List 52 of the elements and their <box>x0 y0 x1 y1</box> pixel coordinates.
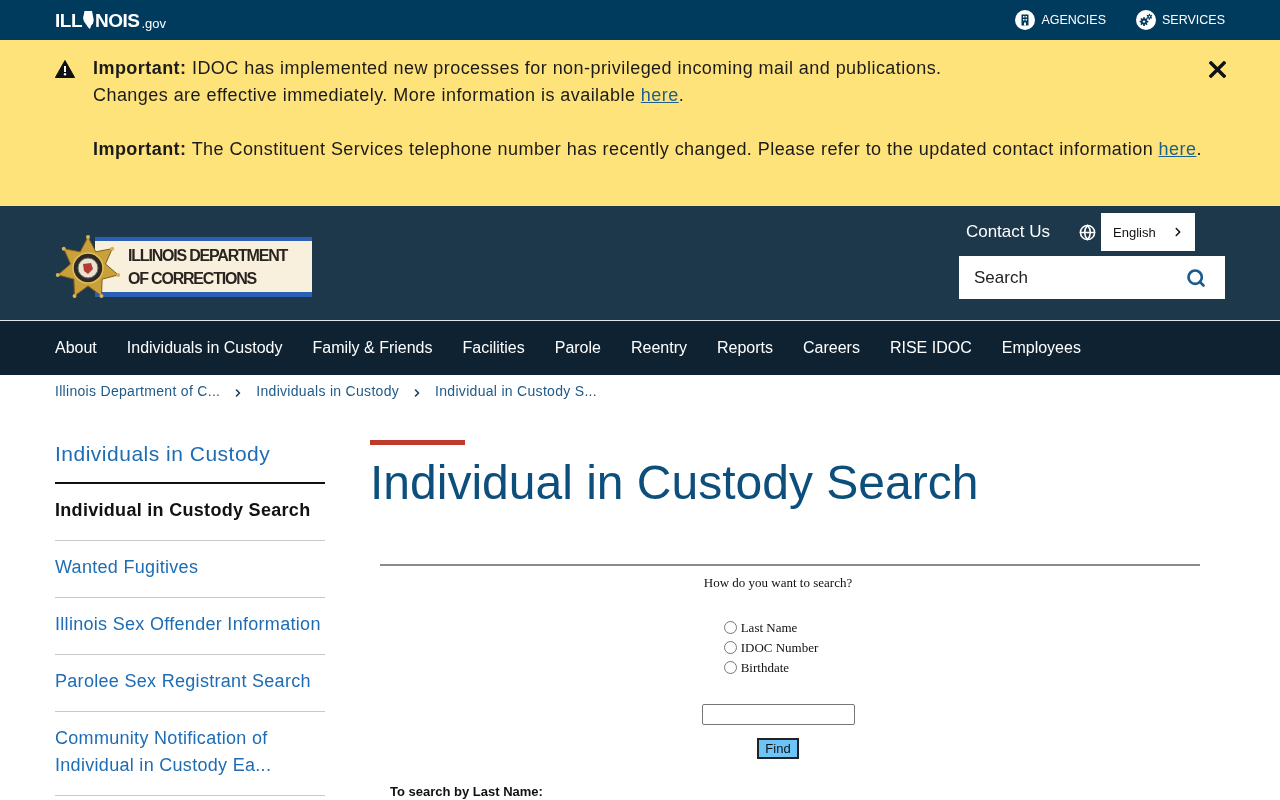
radio-label: IDOC Number <box>740 640 819 656</box>
building-icon <box>1015 10 1036 30</box>
nav-link[interactable]: About <box>55 339 97 357</box>
radio-label: Birthdate <box>740 660 790 676</box>
globe-icon <box>1079 223 1096 241</box>
breadcrumb-link[interactable]: Illinois Department of C... <box>55 383 221 399</box>
nav-link[interactable]: Facilities <box>462 339 525 357</box>
search-field[interactable]: Search <box>959 256 1186 299</box>
here-link[interactable]: here <box>640 85 679 105</box>
sidebar-link[interactable]: Parolee Sex Registrant Search <box>55 655 325 712</box>
search-button[interactable] <box>1186 256 1225 299</box>
nav-link[interactable]: RISE IDOC <box>889 339 972 357</box>
radio-button[interactable] <box>723 640 737 654</box>
warning-icon <box>55 60 75 78</box>
agencies-link[interactable]: AGENCIES <box>1015 10 1106 30</box>
nav-link[interactable]: Employees <box>1001 339 1081 357</box>
breadcrumb-link[interactable]: Individual in Custody S... <box>435 383 597 399</box>
sidebar-link[interactable]: Illinois Sex Offender Information <box>55 598 325 655</box>
logo-text: NOIS <box>95 11 140 31</box>
nav-link[interactable]: Reports <box>717 339 774 357</box>
close-button[interactable] <box>1209 61 1226 78</box>
sidebar-link[interactable]: Community Notification of Individual in Custody Ea... <box>55 712 325 796</box>
department-name-banner: ILLINOIS DEPARTMENT OF CORRECTIONS <box>95 237 312 297</box>
nav-link[interactable]: Careers <box>803 339 860 357</box>
alert-message: Important: The Constituent Services telephone number has recently changed. Please refer to the updated contact information here. <box>93 138 1203 161</box>
nav-link[interactable]: Individuals in Custody <box>126 339 283 357</box>
services-link[interactable]: SERVICES <box>1136 10 1225 30</box>
close-icon <box>1209 61 1226 78</box>
nav-link[interactable]: Parole <box>554 339 601 357</box>
radio-button[interactable] <box>723 620 737 634</box>
gears-icon <box>1136 10 1156 30</box>
find-button[interactable]: Find <box>757 738 799 759</box>
nav-link[interactable]: Family & Friends <box>312 339 433 357</box>
contact-link[interactable]: Contact Us <box>965 222 1050 242</box>
section-heading: To search by Last Name: <box>390 785 543 798</box>
input-field[interactable] <box>701 704 855 725</box>
radio-label: Last Name <box>740 620 798 636</box>
radio-button[interactable] <box>723 660 737 674</box>
state-outline-icon <box>83 11 94 29</box>
sidebar-heading-link[interactable]: Individuals in Custody <box>55 440 325 484</box>
page-title: Individual in Custody Search <box>370 455 980 510</box>
sidebar-link[interactable]: Wanted Fugitives <box>55 541 325 598</box>
alert-message: Important: IDOC has implemented new processes for non-privileged incoming mail and publications. Changes are effective immediately. More information is available here. <box>93 57 943 107</box>
nav-link[interactable]: Reentry <box>630 339 687 357</box>
breadcrumb-link[interactable]: Individuals in Custody <box>256 383 400 399</box>
logo-domain: .gov <box>141 16 167 31</box>
logo-text: ILL <box>55 11 82 31</box>
language-select[interactable]: English <box>1101 213 1195 251</box>
sidebar-link[interactable]: Individual in Custody Search <box>55 484 325 541</box>
here-link[interactable]: here <box>1158 139 1197 159</box>
search-prompt: How do you want to search? <box>703 575 853 591</box>
search-icon <box>1186 267 1206 288</box>
